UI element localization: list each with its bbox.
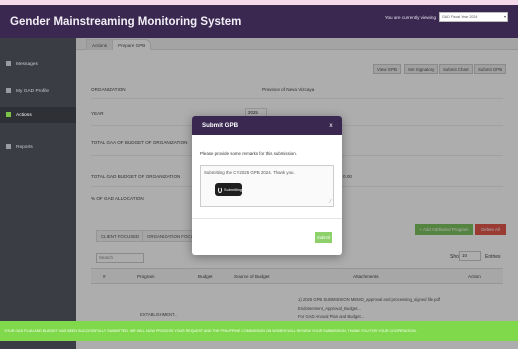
modal-header: Submit GPB: [192, 116, 342, 135]
success-banner: YOUR GAD PLAN AND BUDGET HAS BEEN SUCCES…: [0, 321, 518, 341]
sidebar-item-label: My GAD Profile: [16, 88, 50, 94]
success-banner-text: YOUR GAD PLAN AND BUDGET HAS BEEN SUCCES…: [4, 329, 417, 333]
messages-icon: [6, 61, 11, 66]
modal-title: Submit GPB: [202, 122, 239, 129]
app-title: Gender Mainstreaming Monitoring System: [10, 15, 242, 28]
remarks-value: Submitting the CY2025 GPB 2024. Thank yo…: [204, 170, 295, 175]
spinner-icon: [218, 186, 223, 193]
reports-icon: [6, 144, 11, 149]
sidebar-item-label: Reports: [16, 144, 33, 150]
modal-prompt: Please provide some remarks for this sub…: [200, 151, 297, 156]
submitting-label: Submitting: [224, 187, 242, 192]
fiscal-year-value: GAD Fiscal Year 2024: [442, 15, 478, 19]
sidebar-item-profile[interactable]: My GAD Profile: [0, 83, 76, 99]
actions-icon: [6, 112, 11, 117]
chevron-down-icon: ▾: [503, 14, 506, 19]
modal-submit-button[interactable]: Submit: [315, 232, 332, 243]
modal-divider: [192, 218, 342, 219]
profile-icon: [6, 88, 11, 93]
sidebar-item-label: Actions: [16, 112, 32, 118]
sidebar-item-reports[interactable]: Reports: [0, 139, 76, 155]
submitting-indicator: Submitting: [215, 183, 242, 196]
viewing-label: You are currently viewing: [384, 15, 436, 20]
sidebar-item-actions[interactable]: Actions: [0, 107, 76, 123]
resize-handle-icon[interactable]: ⁄: [330, 199, 331, 205]
sidebar: Messages My GAD Profile Actions Reports: [0, 38, 76, 349]
sidebar-item-messages[interactable]: Messages: [0, 56, 76, 72]
submit-gpb-modal: Submit GPB x Please provide some remarks…: [192, 116, 342, 255]
sidebar-item-label: Messages: [16, 61, 38, 67]
close-icon[interactable]: x: [327, 116, 335, 135]
fiscal-year-select[interactable]: GAD Fiscal Year 2024 ▾: [439, 12, 508, 22]
